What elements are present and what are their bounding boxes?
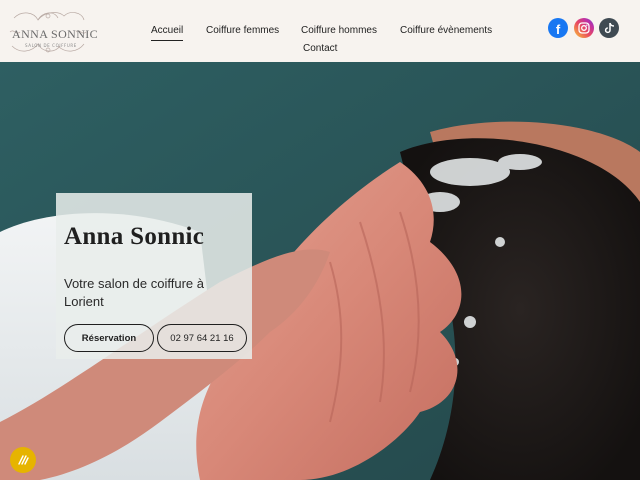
site-header: ANNA SONNIC SALON DE COIFFURE Accueil Co… <box>0 0 640 62</box>
accessibility-button[interactable] <box>10 447 36 473</box>
nav-item-contact[interactable]: Contact <box>303 43 337 54</box>
logo-subtitle: SALON DE COIFFURE <box>25 43 77 48</box>
nav-item-accueil[interactable]: Accueil <box>151 25 184 41</box>
facebook-icon: f <box>555 21 561 37</box>
reservation-button[interactable]: Réservation <box>64 324 154 352</box>
logo[interactable]: ANNA SONNIC SALON DE COIFFURE <box>8 8 99 56</box>
phone-button[interactable]: 02 97 64 21 16 <box>157 324 247 352</box>
nav-item-coiffure-femmes[interactable]: Coiffure femmes <box>206 25 279 36</box>
logo-title: ANNA SONNIC <box>12 27 99 41</box>
hero-subtitle: Votre salon de coiffure à Lorient <box>64 276 204 309</box>
accessibility-icon <box>18 455 29 465</box>
tiktok-icon <box>604 22 614 34</box>
facebook-link[interactable]: f <box>548 18 568 38</box>
instagram-link[interactable] <box>574 18 594 38</box>
instagram-icon <box>578 22 590 34</box>
nav-item-coiffure-hommes[interactable]: Coiffure hommes <box>301 25 377 36</box>
nav-item-coiffure-evenements[interactable]: Coiffure évènements <box>400 25 492 36</box>
main-nav: Accueil Coiffure femmes Coiffure hommes … <box>140 0 520 62</box>
hero-section: Anna Sonnic Votre salon de coiffure à Lo… <box>0 62 640 480</box>
hero-card: Anna Sonnic Votre salon de coiffure à Lo… <box>56 193 252 359</box>
tiktok-link[interactable] <box>599 18 619 38</box>
hero-title: Anna Sonnic <box>64 223 205 250</box>
